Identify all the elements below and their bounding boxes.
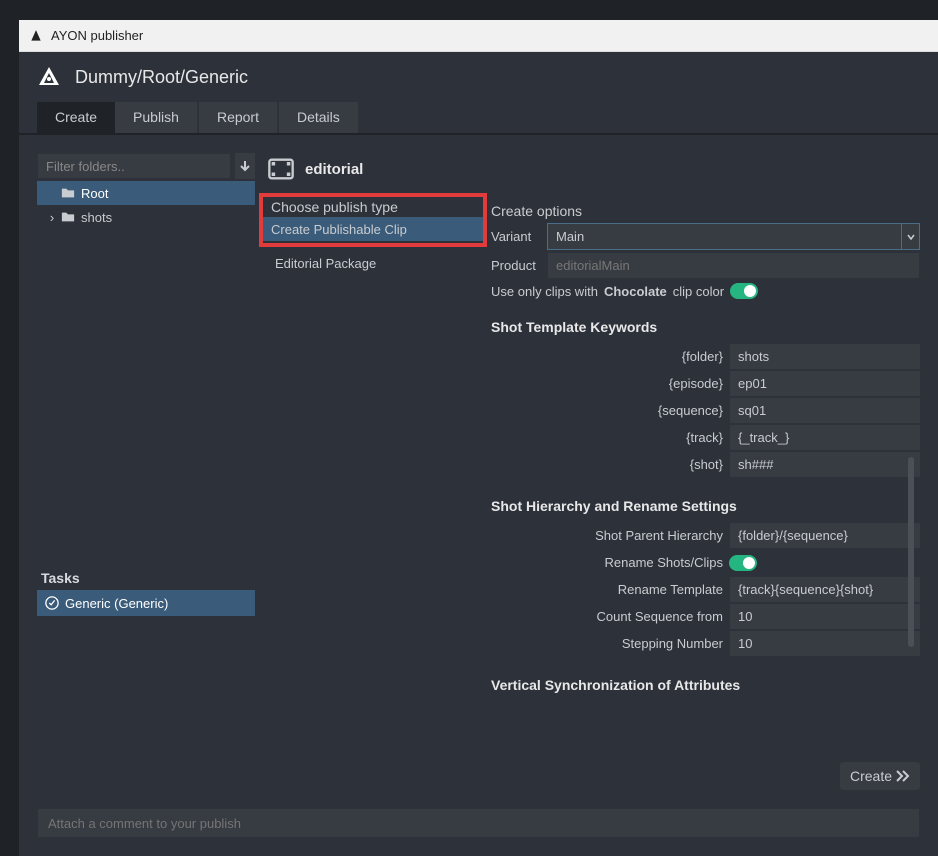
kv-folder[interactable] bbox=[729, 343, 920, 370]
filter-folders-input[interactable] bbox=[37, 153, 231, 179]
header: Dummy/Root/Generic bbox=[19, 52, 938, 102]
kv-count-from[interactable] bbox=[729, 603, 920, 630]
folder-icon bbox=[61, 186, 75, 200]
kv-episode[interactable] bbox=[729, 370, 920, 397]
choose-publish-type-label: Choose publish type bbox=[271, 199, 483, 215]
app-icon bbox=[29, 29, 43, 43]
right-panel: . Create options Variant Product Use onl… bbox=[491, 153, 938, 790]
hierarchy-title: Shot Hierarchy and Rename Settings bbox=[491, 498, 906, 514]
app-title: AYON publisher bbox=[51, 28, 143, 43]
clip-color-row: Use only clips with Chocolate clip color bbox=[491, 283, 920, 299]
kv-parent-hierarchy[interactable] bbox=[729, 522, 920, 549]
tree-item-root[interactable]: Root bbox=[37, 181, 255, 205]
rename-shots-toggle[interactable] bbox=[729, 555, 757, 571]
task-item[interactable]: Generic (Generic) bbox=[37, 590, 255, 616]
titlebar: AYON publisher bbox=[19, 20, 938, 52]
product-label: Product bbox=[491, 258, 539, 273]
shot-template-title: Shot Template Keywords bbox=[491, 319, 906, 335]
vertical-sync-title: Vertical Synchronization of Attributes bbox=[491, 677, 906, 693]
tasks-label: Tasks bbox=[37, 566, 255, 590]
variant-label: Variant bbox=[491, 229, 539, 244]
left-panel: Root › shots Tasks Generic (Generic) bbox=[37, 153, 255, 790]
logo bbox=[37, 65, 61, 89]
tab-report[interactable]: Report bbox=[199, 102, 277, 133]
breadcrumb: Dummy/Root/Generic bbox=[75, 67, 248, 88]
kv-stepping[interactable] bbox=[729, 630, 920, 657]
variant-input[interactable] bbox=[547, 223, 902, 250]
body: Root › shots Tasks Generic (Generic) bbox=[19, 135, 938, 808]
tabs: Create Publish Report Details bbox=[19, 102, 938, 135]
clip-color-toggle[interactable] bbox=[730, 283, 758, 299]
create-button[interactable]: Create bbox=[840, 762, 920, 790]
tree-item-shots[interactable]: › shots bbox=[37, 205, 255, 229]
scrollbar-thumb[interactable] bbox=[908, 457, 914, 647]
product-input bbox=[547, 252, 920, 279]
tab-details[interactable]: Details bbox=[279, 102, 358, 133]
publish-type-editorial-package[interactable]: Editorial Package bbox=[267, 251, 479, 275]
variant-select[interactable] bbox=[547, 223, 920, 250]
chevron-double-right-icon bbox=[896, 770, 910, 782]
kv-sequence[interactable] bbox=[729, 397, 920, 424]
create-options-label: Create options bbox=[491, 203, 920, 219]
filter-dropdown-button[interactable] bbox=[235, 153, 255, 179]
comment-input[interactable] bbox=[37, 808, 920, 838]
arrow-down-icon bbox=[239, 160, 251, 172]
chevron-right-icon[interactable]: › bbox=[45, 210, 59, 225]
film-icon bbox=[267, 155, 295, 183]
highlight-box: Choose publish type Create Publishable C… bbox=[259, 193, 487, 247]
kv-shot[interactable] bbox=[729, 451, 920, 478]
folder-icon bbox=[61, 210, 75, 224]
options-scroll[interactable]: Shot Template Keywords {folder} {episode… bbox=[491, 299, 920, 756]
kv-track[interactable] bbox=[729, 424, 920, 451]
check-circle-icon bbox=[45, 596, 59, 610]
window: AYON publisher Dummy/Root/Generic Create… bbox=[19, 20, 938, 856]
middle-title: editorial bbox=[305, 161, 363, 178]
publish-type-create-clip[interactable]: Create Publishable Clip bbox=[263, 217, 483, 241]
kv-rename-template[interactable] bbox=[729, 576, 920, 603]
middle-panel: editorial Choose publish type Create Pub… bbox=[267, 153, 479, 790]
chevron-down-icon[interactable] bbox=[902, 223, 920, 250]
tab-create[interactable]: Create bbox=[37, 102, 115, 133]
tab-publish[interactable]: Publish bbox=[115, 102, 197, 133]
folder-tree: Root › shots bbox=[37, 181, 255, 566]
